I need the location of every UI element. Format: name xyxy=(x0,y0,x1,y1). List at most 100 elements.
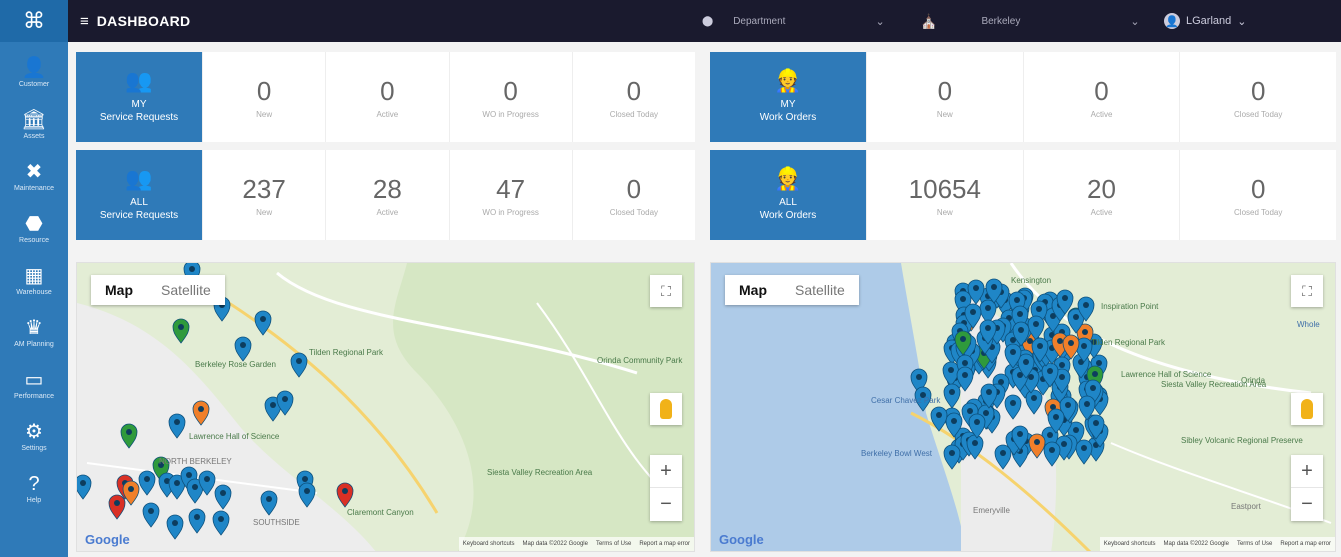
stat-caption: New xyxy=(936,207,953,217)
department-label: Department xyxy=(733,15,786,27)
map-marker-dot xyxy=(174,480,180,486)
map-marker-dot xyxy=(1059,362,1065,368)
map-marker-dot xyxy=(1023,359,1029,365)
map-type-satellite-button[interactable]: Satellite xyxy=(781,275,859,305)
all-service-requests-header[interactable]: 👥 ALL Service Requests xyxy=(76,150,202,240)
stat-active[interactable]: 20 Active xyxy=(1022,150,1180,240)
service-request-icon: 👥 xyxy=(125,166,153,191)
map-canvas[interactable]: Kensington Inspiration Point Lawrence Ha… xyxy=(711,263,1336,552)
map-type-satellite-button[interactable]: Satellite xyxy=(147,275,225,305)
stat-caption: Active xyxy=(1090,207,1113,217)
map-canvas[interactable]: Tilden Regional Park Orinda Community Pa… xyxy=(77,263,695,552)
map-type-map-button[interactable]: Map xyxy=(725,275,781,305)
fullscreen-icon: ⛶ xyxy=(661,282,671,299)
map-marker-dot xyxy=(1090,385,1096,391)
map-marker-dot xyxy=(342,488,348,494)
zoom-out-button[interactable]: − xyxy=(650,488,682,521)
map-attribution: Keyboard shortcuts Map data ©2022 Google… xyxy=(458,537,694,551)
map-marker-dot xyxy=(972,440,978,446)
zoom-control: + − xyxy=(1291,455,1323,521)
resource-icon: ⬣ xyxy=(25,212,43,235)
street-view-button[interactable] xyxy=(1291,393,1323,425)
card-title: Service Requests xyxy=(99,210,179,221)
terms-link[interactable]: Terms of Use xyxy=(1237,541,1272,547)
map-marker-dot xyxy=(218,516,224,522)
stat-wo-in-progress[interactable]: 47 WO in Progress xyxy=(448,150,572,240)
zoom-out-button[interactable]: − xyxy=(1291,488,1323,521)
zoom-in-button[interactable]: + xyxy=(1291,455,1323,488)
keyboard-shortcuts-link[interactable]: Keyboard shortcuts xyxy=(1104,541,1156,547)
user-menu[interactable]: 👤 LGarland ⌄ xyxy=(1164,0,1246,42)
map-marker-dot xyxy=(296,358,302,364)
map-marker-dot xyxy=(172,520,178,526)
stat-new[interactable]: 0 New xyxy=(866,52,1023,142)
help-icon: ? xyxy=(28,472,40,495)
stat-caption: WO in Progress xyxy=(482,109,539,119)
map-marker-dot xyxy=(936,412,942,418)
map-marker-dot xyxy=(80,480,86,486)
zoom-in-button[interactable]: + xyxy=(650,455,682,488)
map-marker-dot xyxy=(148,508,154,514)
city-icon: ⛪ xyxy=(920,12,938,29)
sidebar-item-am-planning[interactable]: ♛ AM Planning xyxy=(0,306,68,358)
stat-active[interactable]: 0 Active xyxy=(325,52,448,142)
place-label: NORTH BERKELEY xyxy=(159,457,232,466)
zoom-control: + − xyxy=(650,455,682,521)
map-marker-dot xyxy=(1000,450,1006,456)
fullscreen-button[interactable]: ⛶ xyxy=(1291,275,1323,307)
stat-new[interactable]: 0 New xyxy=(202,52,325,142)
sidebar-item-customer[interactable]: 👤 Customer xyxy=(0,46,68,98)
keyboard-shortcuts-link[interactable]: Keyboard shortcuts xyxy=(463,541,515,547)
stat-value: 28 xyxy=(372,173,402,204)
sidebar-item-resource[interactable]: ⬣ Resource xyxy=(0,202,68,254)
pegman-icon xyxy=(660,399,672,419)
map-marker-dot xyxy=(916,374,922,380)
department-select[interactable]: ⬤ Department ⌄ xyxy=(702,0,885,42)
service-requests-map[interactable]: Tilden Regional Park Orinda Community Pa… xyxy=(76,262,695,552)
sidebar-item-label: Resource xyxy=(19,236,49,244)
stat-closed-today[interactable]: 0 Closed Today xyxy=(1179,150,1336,240)
sidebar-item-warehouse[interactable]: ▦ Warehouse xyxy=(0,254,68,306)
map-type-map-button[interactable]: Map xyxy=(91,275,147,305)
city-select[interactable]: ⛪ Berkeley ⌄ xyxy=(920,0,1140,42)
sidebar-item-help[interactable]: ? Help xyxy=(0,462,68,514)
stat-wo-in-progress[interactable]: 0 WO in Progress xyxy=(448,52,572,142)
fullscreen-button[interactable]: ⛶ xyxy=(650,275,682,307)
map-marker-dot xyxy=(1036,306,1042,312)
sidebar-item-settings[interactable]: ⚙ Settings xyxy=(0,410,68,462)
stat-closed-today[interactable]: 0 Closed Today xyxy=(1179,52,1336,142)
map-marker-dot xyxy=(1028,374,1034,380)
sidebar-item-assets[interactable]: 🏛 Assets xyxy=(0,98,68,150)
app-logo[interactable]: ⌘ xyxy=(0,0,68,42)
map-marker-dot xyxy=(983,410,989,416)
place-label: Eastport xyxy=(1231,502,1262,511)
stat-active[interactable]: 28 Active xyxy=(325,150,448,240)
all-work-orders-header[interactable]: 👷 ALL Work Orders xyxy=(710,150,866,240)
stat-active[interactable]: 0 Active xyxy=(1022,52,1180,142)
hamburger-menu-icon[interactable]: ≡ xyxy=(80,13,89,30)
map-marker-dot xyxy=(1083,302,1089,308)
map-marker-dot xyxy=(1034,439,1040,445)
stat-closed-today[interactable]: 0 Closed Today xyxy=(571,150,695,240)
report-error-link[interactable]: Report a map error xyxy=(639,541,690,547)
report-error-link[interactable]: Report a map error xyxy=(1280,541,1331,547)
map-marker-dot xyxy=(974,419,980,425)
card-title: Work Orders xyxy=(759,210,817,221)
map-marker-dot xyxy=(270,402,276,408)
map-marker-dot xyxy=(962,372,968,378)
terms-link[interactable]: Terms of Use xyxy=(596,541,631,547)
sidebar-item-label: Maintenance xyxy=(13,184,55,192)
stat-new[interactable]: 10654 New xyxy=(866,150,1023,240)
place-label: Tilden Regional Park xyxy=(309,348,384,357)
sidebar-item-maintenance[interactable]: ✖ Maintenance xyxy=(0,150,68,202)
sidebar-item-performance[interactable]: ▭ Performance xyxy=(0,358,68,410)
map-marker-dot xyxy=(1073,314,1079,320)
my-work-orders-header[interactable]: 👷 MY Work Orders xyxy=(710,52,866,142)
work-orders-map[interactable]: Kensington Inspiration Point Lawrence Ha… xyxy=(710,262,1336,552)
google-logo: Google xyxy=(85,532,130,547)
stat-caption: New xyxy=(936,109,953,119)
street-view-button[interactable] xyxy=(650,393,682,425)
my-service-requests-header[interactable]: 👥 MY Service Requests xyxy=(76,52,202,142)
stat-closed-today[interactable]: 0 Closed Today xyxy=(571,52,695,142)
stat-new[interactable]: 237 New xyxy=(202,150,325,240)
